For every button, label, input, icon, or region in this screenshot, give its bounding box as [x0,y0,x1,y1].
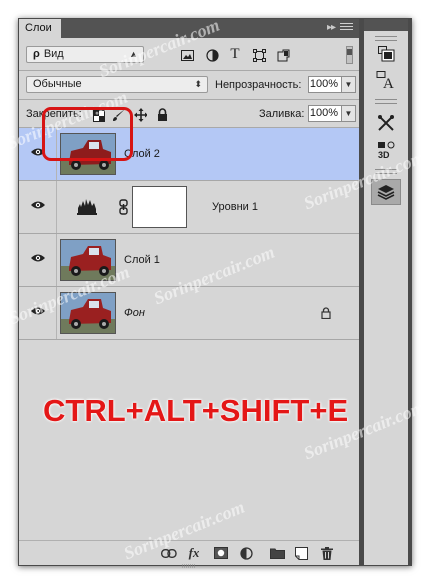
search-icon: ρ [33,48,40,60]
blend-mode-value: Обычные [33,78,82,90]
fx-icon[interactable]: fx [186,545,202,561]
dock-titlebar [364,19,408,31]
dropdown-arrow-icon: ▲ [129,49,138,59]
tools-icon[interactable] [371,110,401,136]
layer-row-background[interactable]: Фон [19,287,359,340]
image-filter-icon[interactable] [180,48,194,62]
lock-move-icon[interactable] [134,107,147,122]
eye-icon[interactable] [31,253,45,263]
dropdown-arrow-icon: ⬍ [194,79,202,89]
layer-name[interactable]: Уровни 1 [212,201,258,213]
highlight-callout [42,107,133,161]
blend-mode-select[interactable]: Обычные ⬍ [26,76,208,93]
delete-icon[interactable] [319,545,335,561]
layer-lock-icon[interactable] [321,307,331,319]
panel-menu-icon[interactable] [340,23,353,33]
filter-kind-label: Вид [43,48,64,60]
mask-link-icon[interactable] [119,199,128,215]
collapse-icon[interactable]: ▸▸ [327,22,336,33]
new-group-icon[interactable] [269,545,285,561]
smart-object-filter-icon[interactable] [276,48,290,62]
character-icon[interactable]: A [371,67,401,93]
panel-titlebar: Слои ▸▸ [19,19,359,38]
tab-layers[interactable]: Слои [19,19,61,38]
layers-list: Слой 2 Уровни 1 Слой 1 Фон [19,128,359,540]
new-adjustment-icon[interactable] [238,545,254,561]
filter-toggle-switch[interactable] [346,46,353,64]
layer-name[interactable]: Фон [124,307,145,319]
opacity-dropdown-button[interactable]: ▼ [341,76,356,93]
dock-sidebar: A 3D [364,19,408,565]
layer-thumbnail[interactable] [60,239,116,281]
shape-filter-icon[interactable] [252,48,266,62]
layers-panel: Слои ▸▸ ρ Вид ▲ T Обычные ⬍ Непрозрачнос… [19,19,359,568]
link-layers-icon[interactable] [161,545,177,561]
eye-icon[interactable] [31,200,45,210]
fill-dropdown-button[interactable]: ▼ [341,105,356,122]
layer-mask-thumbnail[interactable] [132,186,187,228]
filter-kind-select[interactable]: ρ Вид ▲ [26,46,144,63]
layer-name[interactable]: Слой 1 [124,254,160,266]
fill-label: Заливка: [259,108,305,120]
filter-row: ρ Вид ▲ T [19,38,359,70]
levels-adjustment-icon[interactable] [77,197,97,215]
adjustment-filter-icon[interactable] [205,48,219,62]
type-filter-icon[interactable]: T [228,46,242,62]
fill-input[interactable]: 100% [308,105,342,122]
lock-all-icon[interactable] [156,108,169,121]
blend-row: Обычные ⬍ Непрозрачность: 100% ▼ [19,71,359,99]
opacity-label: Непрозрачность: [215,79,302,91]
layer-row-layer-1[interactable]: Слой 1 [19,234,359,287]
svg-text:3D: 3D [378,150,390,159]
layers-icon[interactable] [371,179,401,205]
new-layer-icon[interactable] [293,545,309,561]
dock-grip[interactable] [375,99,397,104]
resize-grip[interactable] [182,560,196,568]
3d-icon[interactable]: 3D [371,137,401,163]
add-mask-icon[interactable] [213,545,229,561]
history-icon[interactable] [371,41,401,67]
dock-grip[interactable] [375,169,397,174]
layer-thumbnail[interactable] [60,292,116,334]
svg-text:A: A [383,76,394,89]
shortcut-caption: CTRL+ALT+SHIFT+E [43,393,349,428]
eye-icon[interactable] [31,306,45,316]
layer-row-levels-1[interactable]: Уровни 1 [19,181,359,234]
opacity-input[interactable]: 100% [308,76,342,93]
layers-bottom-toolbar: fx [19,540,359,568]
